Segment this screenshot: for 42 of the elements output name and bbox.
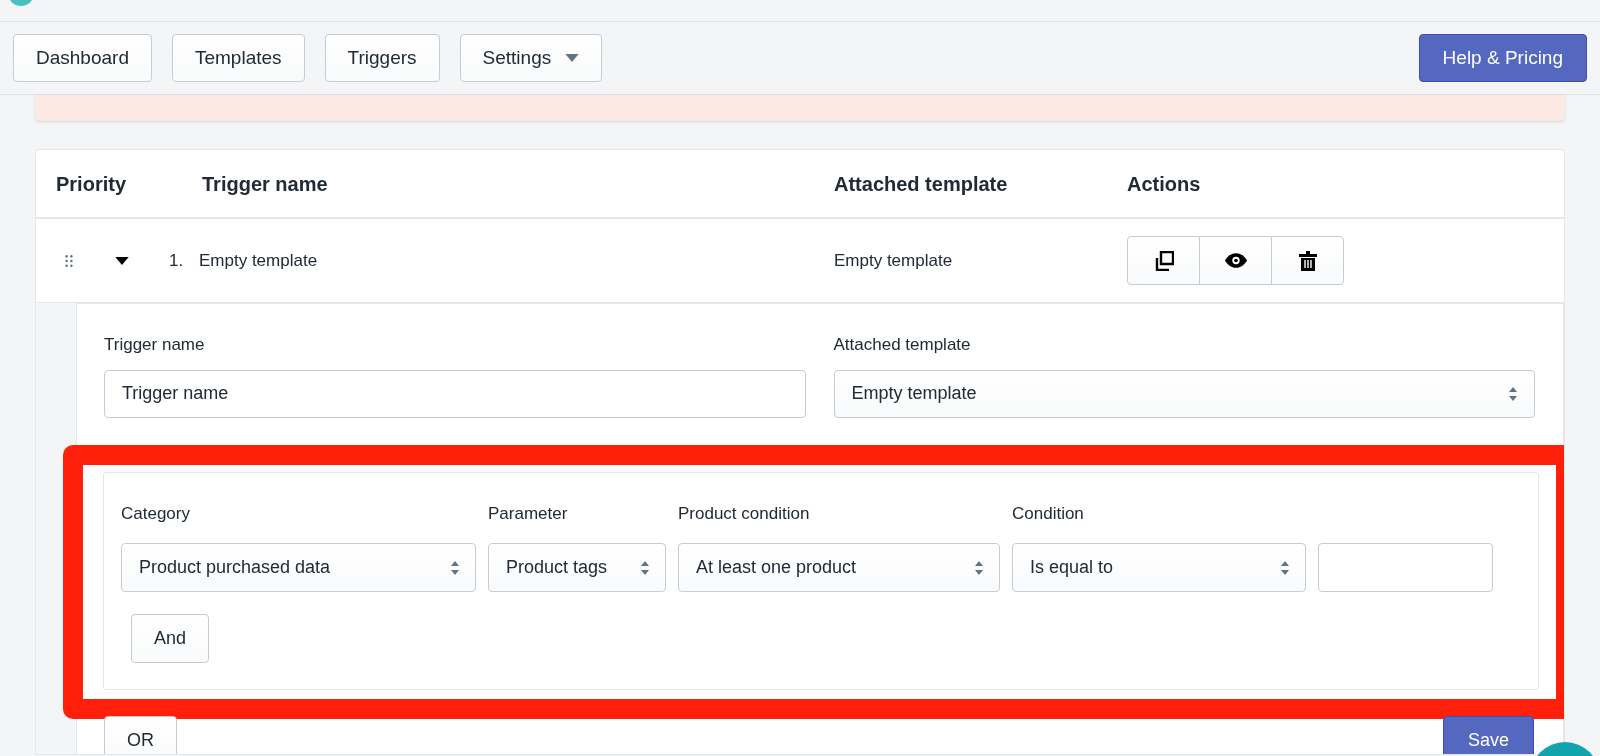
template-name: Empty template (834, 250, 953, 270)
nav-button[interactable]: Triggers (324, 34, 440, 82)
save-button[interactable]: Save (1442, 715, 1534, 754)
and-button[interactable]: And (131, 614, 210, 663)
column-header: Trigger name (202, 172, 328, 195)
help-pricing-button[interactable]: Help & Pricing (1418, 34, 1587, 82)
field-label: Attached template (833, 334, 972, 356)
nav-button[interactable]: Templates (171, 34, 305, 82)
condition-select[interactable]: Is equal to (1012, 543, 1306, 592)
drag-handle-icon[interactable] (65, 254, 73, 267)
field-label: Category (121, 502, 191, 525)
column-header: Attached template (834, 172, 1008, 195)
select-arrows-icon (641, 560, 649, 575)
action-button[interactable] (1271, 236, 1344, 285)
or-button[interactable]: OR (104, 715, 177, 754)
template-select[interactable]: Empty template (833, 369, 1535, 418)
action-button[interactable] (1127, 236, 1200, 285)
value-input[interactable] (1318, 543, 1493, 592)
field-label: Trigger name (104, 334, 206, 356)
priority-number: 1. (169, 249, 184, 272)
column-header: Priority (56, 172, 127, 195)
field-label: Parameter (488, 502, 569, 525)
select-arrows-icon (975, 560, 983, 575)
condition-select[interactable]: At least one product (678, 543, 1000, 592)
condition-select[interactable]: Product tags (488, 543, 666, 592)
select-arrows-icon (1281, 560, 1289, 575)
nav-button[interactable]: Dashboard (13, 34, 152, 82)
trigger-name-input[interactable]: Trigger name (104, 369, 806, 418)
select-arrows-icon (1509, 386, 1517, 401)
trash-icon (1298, 250, 1317, 271)
field-label: Condition (1012, 502, 1085, 525)
duplicate-icon (1153, 250, 1174, 271)
caret-icon (565, 54, 580, 62)
action-button[interactable] (1199, 236, 1272, 285)
select-arrows-icon (451, 560, 459, 575)
caret-icon[interactable] (115, 256, 129, 265)
field-label: Product condition (678, 502, 811, 525)
condition-select[interactable]: Product purchased data (121, 543, 476, 592)
trigger-name: Empty template (199, 250, 318, 270)
view-icon (1224, 253, 1247, 268)
settings-dropdown[interactable]: Settings (459, 34, 603, 82)
column-header: Actions (1127, 172, 1201, 195)
